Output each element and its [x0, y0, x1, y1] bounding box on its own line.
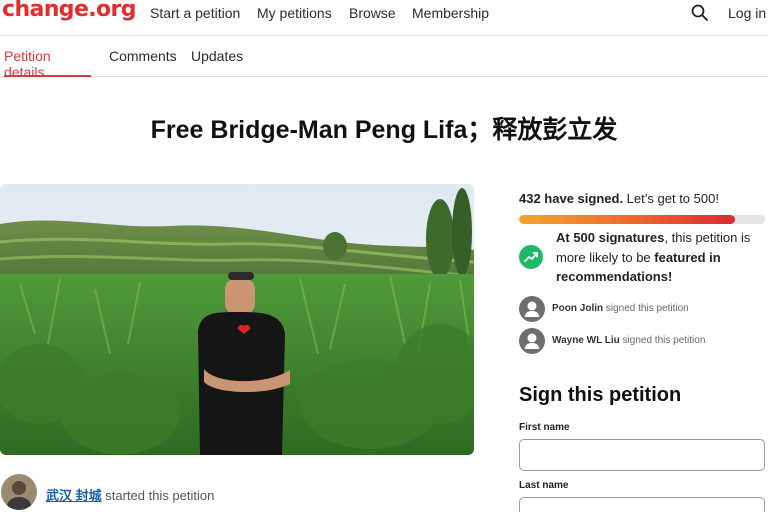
milestone-message: At 500 signatures, this petition is more… — [556, 228, 768, 287]
trending-up-icon — [519, 245, 543, 269]
last-name-label: Last name — [519, 480, 569, 491]
last-name-field[interactable] — [519, 497, 765, 512]
nav-start-petition[interactable]: Start a petition — [150, 5, 240, 21]
signer-name: Wayne WL Liu — [552, 335, 620, 346]
signature-progress-fill — [519, 215, 736, 224]
first-name-label: First name — [519, 422, 570, 433]
nav-browse[interactable]: Browse — [349, 5, 396, 21]
petition-hero-image — [0, 184, 474, 455]
petition-title: Free Bridge-Man Peng Lifa；释放彭立发 — [150, 116, 618, 144]
recent-signer: Wayne WL Liu signed this petition — [519, 328, 768, 355]
signer-text: Wayne WL Liu signed this petition — [552, 335, 705, 346]
signer-action: signed this petition — [603, 303, 689, 314]
user-icon — [519, 296, 545, 322]
change-org-logo[interactable]: change.org — [2, 0, 137, 22]
recent-signer: Poon Jolin signed this petition — [519, 296, 768, 323]
signed-goal-text: Let’s get to 500! — [623, 191, 719, 206]
user-icon — [519, 328, 545, 354]
signer-action: signed this petition — [619, 335, 706, 346]
login-link[interactable]: Log in — [728, 5, 766, 21]
starter-suffix: started this petition — [101, 488, 215, 503]
milestone-target: At 500 signatures — [556, 230, 665, 245]
sign-form-heading: Sign this petition — [519, 384, 682, 406]
nav-membership[interactable]: Membership — [412, 5, 489, 21]
signature-count: 432 have signed. Let’s get to 500! — [519, 191, 719, 206]
tab-comments[interactable]: Comments — [109, 48, 177, 77]
tab-updates[interactable]: Updates — [191, 48, 243, 77]
starter-line: 武汉 封城 started this petition — [46, 485, 214, 504]
nav-my-petitions[interactable]: My petitions — [257, 5, 332, 21]
petition-tabs: Petition details Comments Updates — [0, 36, 768, 80]
tab-petition-details[interactable]: Petition details — [4, 48, 91, 80]
search-icon[interactable] — [690, 3, 710, 23]
signature-progress-bar — [519, 215, 765, 224]
signer-text: Poon Jolin signed this petition — [552, 303, 689, 314]
first-name-field[interactable] — [519, 439, 765, 471]
signer-name: Poon Jolin — [552, 303, 604, 314]
top-nav: change.org Start a petition My petitions… — [0, 0, 768, 36]
starter-name-link[interactable]: 武汉 封城 — [46, 488, 102, 503]
starter-avatar[interactable] — [1, 474, 37, 510]
signed-count-text: 432 have signed. — [519, 191, 624, 206]
